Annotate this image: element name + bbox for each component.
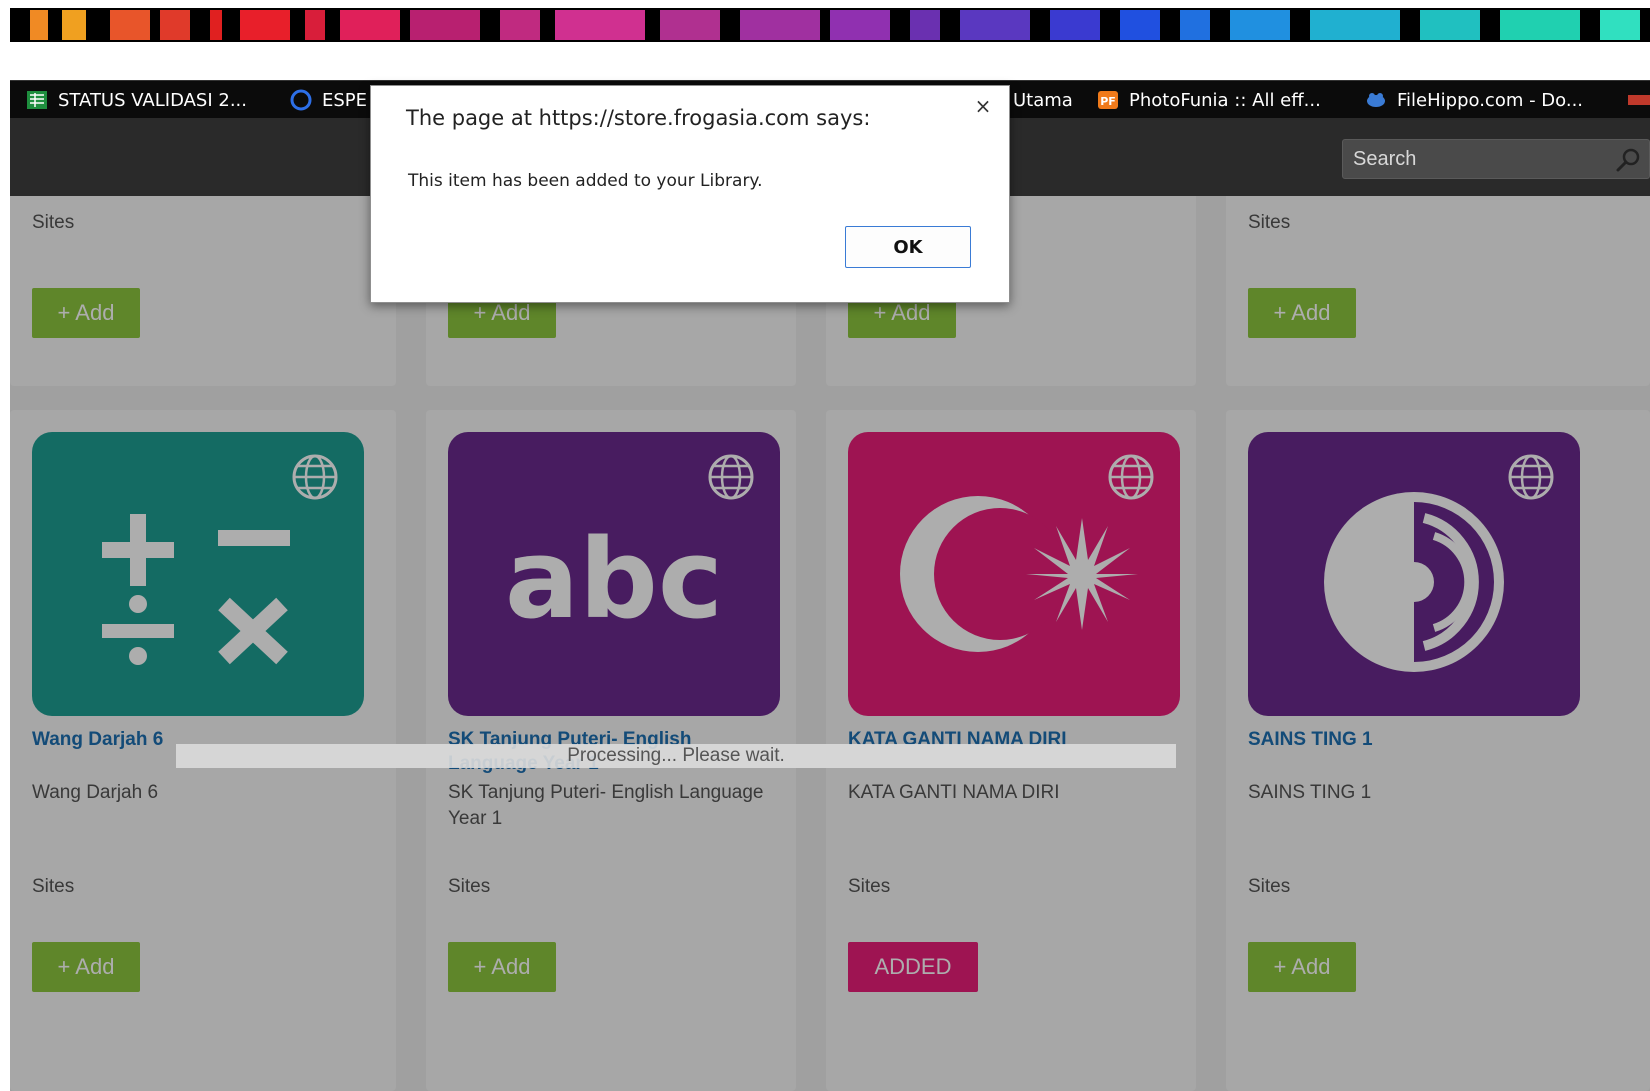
- globe-icon: [290, 452, 340, 502]
- bookmark-status-validasi[interactable]: STATUS VALIDASI 2...: [26, 81, 247, 119]
- filehippo-icon: [1365, 89, 1387, 111]
- add-button[interactable]: + Add: [32, 288, 140, 338]
- search-input[interactable]: [1343, 140, 1603, 178]
- app-category: Sites: [848, 876, 891, 897]
- photofunia-icon: PF: [1097, 89, 1119, 111]
- browser-window: STATUS VALIDASI 2... ESPE Utama PF Photo…: [0, 0, 1650, 1091]
- bookmark-label: STATUS VALIDASI 2...: [58, 89, 247, 111]
- spreadsheet-icon: [26, 89, 48, 111]
- bookmark-filehippo[interactable]: FileHippo.com - Do...: [1365, 81, 1583, 119]
- app-category: Sites: [32, 876, 75, 897]
- add-button[interactable]: + Add: [32, 942, 140, 992]
- bookmark-overflow-icon[interactable]: [1628, 95, 1650, 105]
- globe-icon: [706, 452, 756, 502]
- bookmark-utama[interactable]: Utama: [1013, 81, 1073, 119]
- alert-dialog: The page at https://store.frogasia.com s…: [370, 85, 1010, 303]
- app-description: KATA GANTI NAMA DIRI: [848, 782, 1060, 803]
- colorful-stripes-graphic: [10, 8, 1650, 42]
- abc-glyph: abc: [505, 515, 723, 643]
- bookmark-label: Utama: [1013, 89, 1073, 111]
- app-description: SK Tanjung Puteri- English Language Year…: [448, 782, 764, 829]
- dialog-title: The page at https://store.frogasia.com s…: [406, 106, 871, 130]
- app-category: Sites: [1248, 212, 1291, 233]
- globe-icon: [1106, 452, 1156, 502]
- app-category: Sites: [32, 212, 75, 233]
- decorative-header-strip: [10, 8, 1650, 42]
- app-category: Sites: [448, 876, 491, 897]
- add-button[interactable]: + Add: [1248, 288, 1356, 338]
- app-card: Sites + Add: [1226, 196, 1650, 386]
- bookmark-label: PhotoFunia :: All eff...: [1129, 89, 1321, 111]
- app-tile[interactable]: [848, 432, 1180, 716]
- ok-button[interactable]: OK: [845, 226, 971, 268]
- app-store-grid: Sites + Add + Add + Add Sites + Add Wang…: [10, 196, 1650, 1091]
- bookmark-label: ESPE: [322, 89, 368, 111]
- bookmark-espe[interactable]: ESPE: [290, 81, 367, 119]
- bookmark-label: FileHippo.com - Do...: [1397, 89, 1584, 111]
- app-description: Wang Darjah 6: [32, 782, 159, 803]
- dialog-message: This item has been added to your Library…: [408, 171, 763, 191]
- added-button[interactable]: ADDED: [848, 942, 978, 992]
- app-category: Sites: [1248, 876, 1291, 897]
- bookmark-photofunia[interactable]: PF PhotoFunia :: All eff...: [1097, 81, 1321, 119]
- app-description: SAINS TING 1: [1248, 782, 1372, 803]
- add-button[interactable]: + Add: [1248, 942, 1356, 992]
- app-card-sains-ting: SAINS TING 1 SAINS TING 1 Sites + Add: [1226, 410, 1650, 1091]
- app-tile[interactable]: [1248, 432, 1580, 716]
- app-title-link[interactable]: SAINS TING 1: [1248, 728, 1578, 752]
- app-tile[interactable]: abc: [448, 432, 780, 716]
- add-button[interactable]: + Add: [448, 942, 556, 992]
- ring-icon: [290, 89, 312, 111]
- svg-text:PF: PF: [1100, 95, 1116, 108]
- globe-icon: [1506, 452, 1556, 502]
- close-icon[interactable]: ×: [971, 94, 995, 118]
- app-tile[interactable]: [32, 432, 364, 716]
- search-box: [1342, 139, 1650, 179]
- processing-indicator: Processing... Please wait.: [176, 744, 1176, 768]
- search-icon[interactable]: [1615, 146, 1643, 174]
- app-card: Sites + Add: [10, 196, 396, 386]
